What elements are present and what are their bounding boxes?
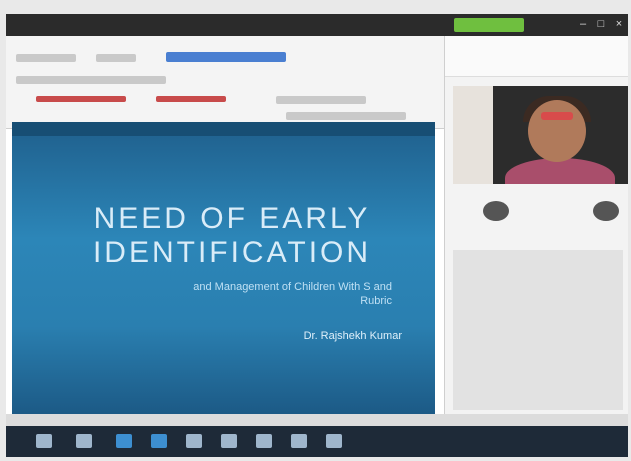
presenter-shoulders: [505, 158, 615, 184]
maximize-icon[interactable]: □: [594, 17, 608, 31]
participant-strip: [453, 191, 628, 241]
ribbon-group[interactable]: [16, 76, 166, 84]
presenter-headband: [541, 112, 573, 120]
presenter-video[interactable]: [453, 86, 628, 184]
close-icon[interactable]: ×: [612, 17, 626, 31]
powerpoint-icon[interactable]: [256, 434, 272, 448]
screen: – □ × NEED OF EARLY IDENTIFICATION and M…: [6, 14, 628, 457]
ribbon-format-buttons[interactable]: [36, 96, 126, 102]
ribbon-tab[interactable]: [16, 54, 76, 62]
presentation-slide: NEED OF EARLY IDENTIFICATION and Managem…: [12, 122, 435, 414]
slide-subtitle: and Management of Children With S and Ru…: [22, 280, 392, 308]
participant-avatar[interactable]: [483, 201, 509, 221]
minimize-icon[interactable]: –: [576, 17, 590, 31]
ribbon-drawing-group[interactable]: [286, 112, 406, 120]
meeting-chat-area[interactable]: [453, 250, 623, 410]
slide-header-band: [12, 122, 435, 136]
ribbon-paragraph-group[interactable]: [276, 96, 366, 104]
presenter-face: [528, 100, 586, 162]
ribbon-tab[interactable]: [96, 54, 136, 62]
slide-subtitle-line1: and Management of Children With S and: [193, 281, 392, 293]
edge-icon[interactable]: [116, 434, 132, 448]
file-explorer-icon[interactable]: [76, 434, 92, 448]
slide-title-line1: NEED OF EARLY: [93, 202, 371, 235]
participant-avatar[interactable]: [593, 201, 619, 221]
start-icon[interactable]: [36, 434, 52, 448]
meeting-panel: [444, 36, 628, 416]
store-icon[interactable]: [151, 434, 167, 448]
app-title-bar: – □ ×: [6, 14, 628, 36]
video-background: [453, 86, 493, 184]
status-bar: [6, 414, 628, 426]
taskbar: [6, 426, 628, 457]
meeting-indicator[interactable]: [454, 18, 524, 32]
chat-icon[interactable]: [291, 434, 307, 448]
ribbon-toolbar: [6, 36, 446, 129]
slide-subtitle-line2: Rubric: [360, 295, 392, 307]
meeting-toolbar: [445, 36, 628, 77]
camera-icon[interactable]: [326, 434, 342, 448]
ribbon-selected-tab[interactable]: [166, 52, 286, 62]
word-icon[interactable]: [221, 434, 237, 448]
slide-title: NEED OF EARLY IDENTIFICATION: [32, 202, 432, 270]
ribbon-font-buttons[interactable]: [156, 96, 226, 102]
mail-icon[interactable]: [186, 434, 202, 448]
slide-title-line2: IDENTIFICATION: [92, 236, 372, 269]
slide-author: Dr. Rajshekh Kumar: [303, 330, 402, 342]
